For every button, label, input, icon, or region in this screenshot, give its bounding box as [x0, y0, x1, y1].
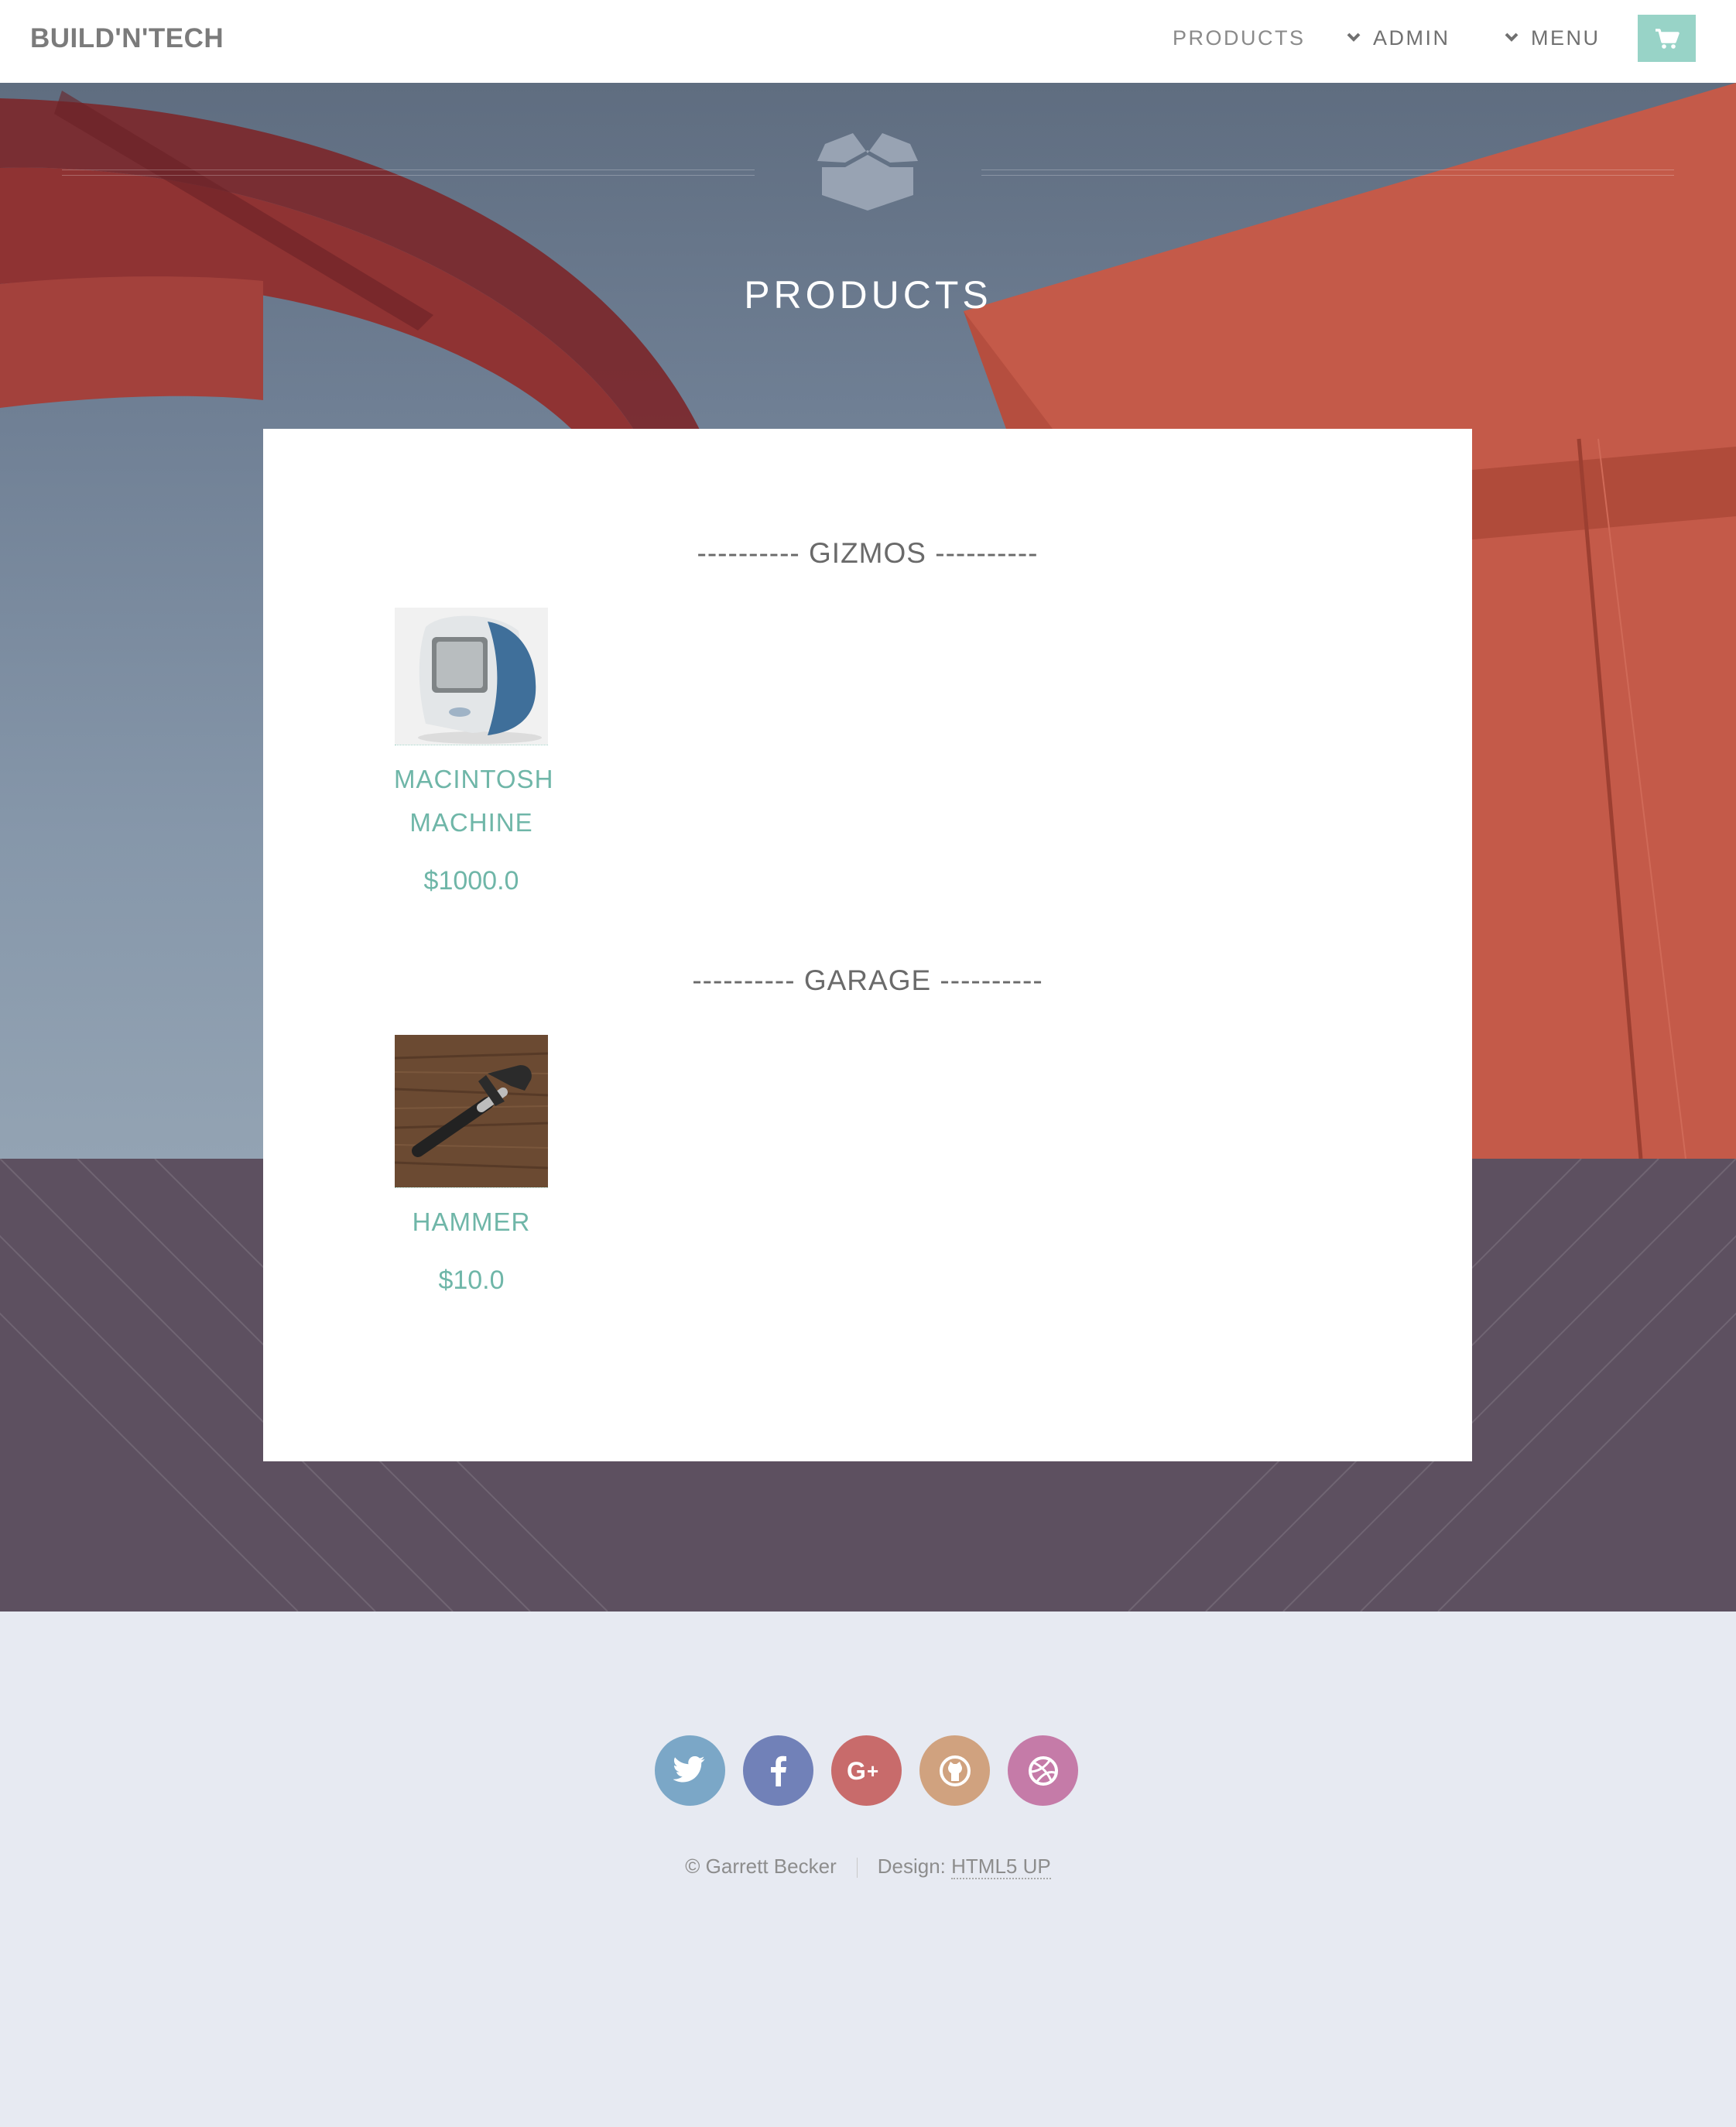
top-navbar: BUILD'N'TECH PRODUCTS ADMIN MENU: [0, 0, 1736, 83]
twitter-link[interactable]: [655, 1735, 725, 1806]
nav-menu-dropdown[interactable]: MENU: [1503, 26, 1601, 50]
social-links: G +: [655, 1735, 1078, 1806]
product-name-line-1: MACINTOSH: [394, 765, 554, 793]
hero-divider-right: [981, 170, 1674, 176]
facebook-link[interactable]: [743, 1735, 813, 1806]
svg-text:G: G: [847, 1758, 866, 1784]
brand-logo[interactable]: BUILD'N'TECH: [30, 23, 224, 54]
nav-menu-label: MENU: [1531, 26, 1601, 50]
google-plus-icon: G +: [847, 1758, 878, 1784]
cart-button[interactable]: [1638, 15, 1696, 62]
twitter-icon: [673, 1755, 705, 1782]
github-link[interactable]: [919, 1735, 990, 1806]
product-macintosh[interactable]: MACINTOSH MACHINE $1000.0: [394, 608, 554, 896]
product-image[interactable]: [395, 608, 548, 745]
facebook-icon: [770, 1755, 786, 1786]
product-name[interactable]: MACINTOSH MACHINE: [394, 758, 554, 844]
copyright-line: © Garrett Becker Design: HTML5 UP: [0, 1855, 1736, 1879]
box-icon: [817, 133, 918, 211]
hero-divider-left: [62, 170, 755, 176]
divider: [856, 1858, 858, 1879]
github-icon: [939, 1755, 971, 1786]
product-image[interactable]: [395, 1035, 548, 1188]
hammer-image: [395, 1035, 548, 1187]
product-price: $1000.0: [423, 866, 519, 896]
page-footer: G + © Garrett Becker Design: HTML5 UP: [0, 1612, 1736, 2127]
product-name-line-2: MACHINE: [409, 808, 533, 837]
dribbble-icon: [1028, 1755, 1058, 1786]
html5up-link[interactable]: HTML5 UP: [951, 1855, 1051, 1879]
design-label: Design:: [877, 1855, 946, 1878]
chevron-down-icon: [1347, 33, 1361, 42]
dribbble-link[interactable]: [1008, 1735, 1078, 1806]
nav-products-link[interactable]: PRODUCTS: [1173, 26, 1306, 50]
nav-admin-dropdown[interactable]: ADMIN: [1345, 26, 1450, 50]
google-plus-link[interactable]: G +: [831, 1735, 902, 1806]
svg-text:+: +: [867, 1759, 878, 1783]
category-heading-gizmos: ---------- GIZMOS ----------: [697, 537, 1039, 569]
category-heading-garage: ---------- GARAGE ----------: [692, 964, 1043, 996]
copyright-text: © Garrett Becker: [685, 1855, 837, 1878]
imac-image: [395, 608, 548, 745]
product-hammer[interactable]: HAMMER $10.0: [394, 1035, 549, 1296]
cart-icon: [1655, 28, 1680, 49]
products-card: ---------- GIZMOS ---------- MACINTOSH M…: [263, 429, 1472, 1461]
nav-admin-label: ADMIN: [1373, 26, 1450, 50]
product-price: $10.0: [438, 1266, 505, 1295]
chevron-down-icon: [1505, 33, 1519, 42]
page-title: PRODUCTS: [744, 273, 992, 317]
product-name[interactable]: HAMMER: [394, 1201, 549, 1244]
